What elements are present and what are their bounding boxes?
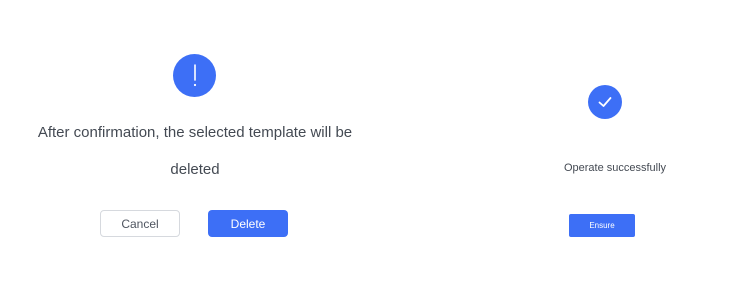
- exclamation-mark-glyph: [193, 63, 196, 86]
- cancel-button[interactable]: Cancel: [100, 210, 180, 237]
- ensure-button[interactable]: Ensure: [569, 214, 635, 237]
- success-dialog: [520, 0, 710, 287]
- success-message: Operate successfully: [563, 162, 667, 174]
- exclamation-icon: [173, 54, 216, 97]
- confirm-delete-dialog: [0, 0, 390, 287]
- delete-button[interactable]: Delete: [208, 210, 288, 237]
- confirm-message-line1: After confirmation, the selected templat…: [37, 124, 353, 141]
- checkmark-glyph: [598, 97, 612, 107]
- confirm-message-line2: deleted: [170, 161, 220, 178]
- checkmark-icon: [588, 85, 622, 119]
